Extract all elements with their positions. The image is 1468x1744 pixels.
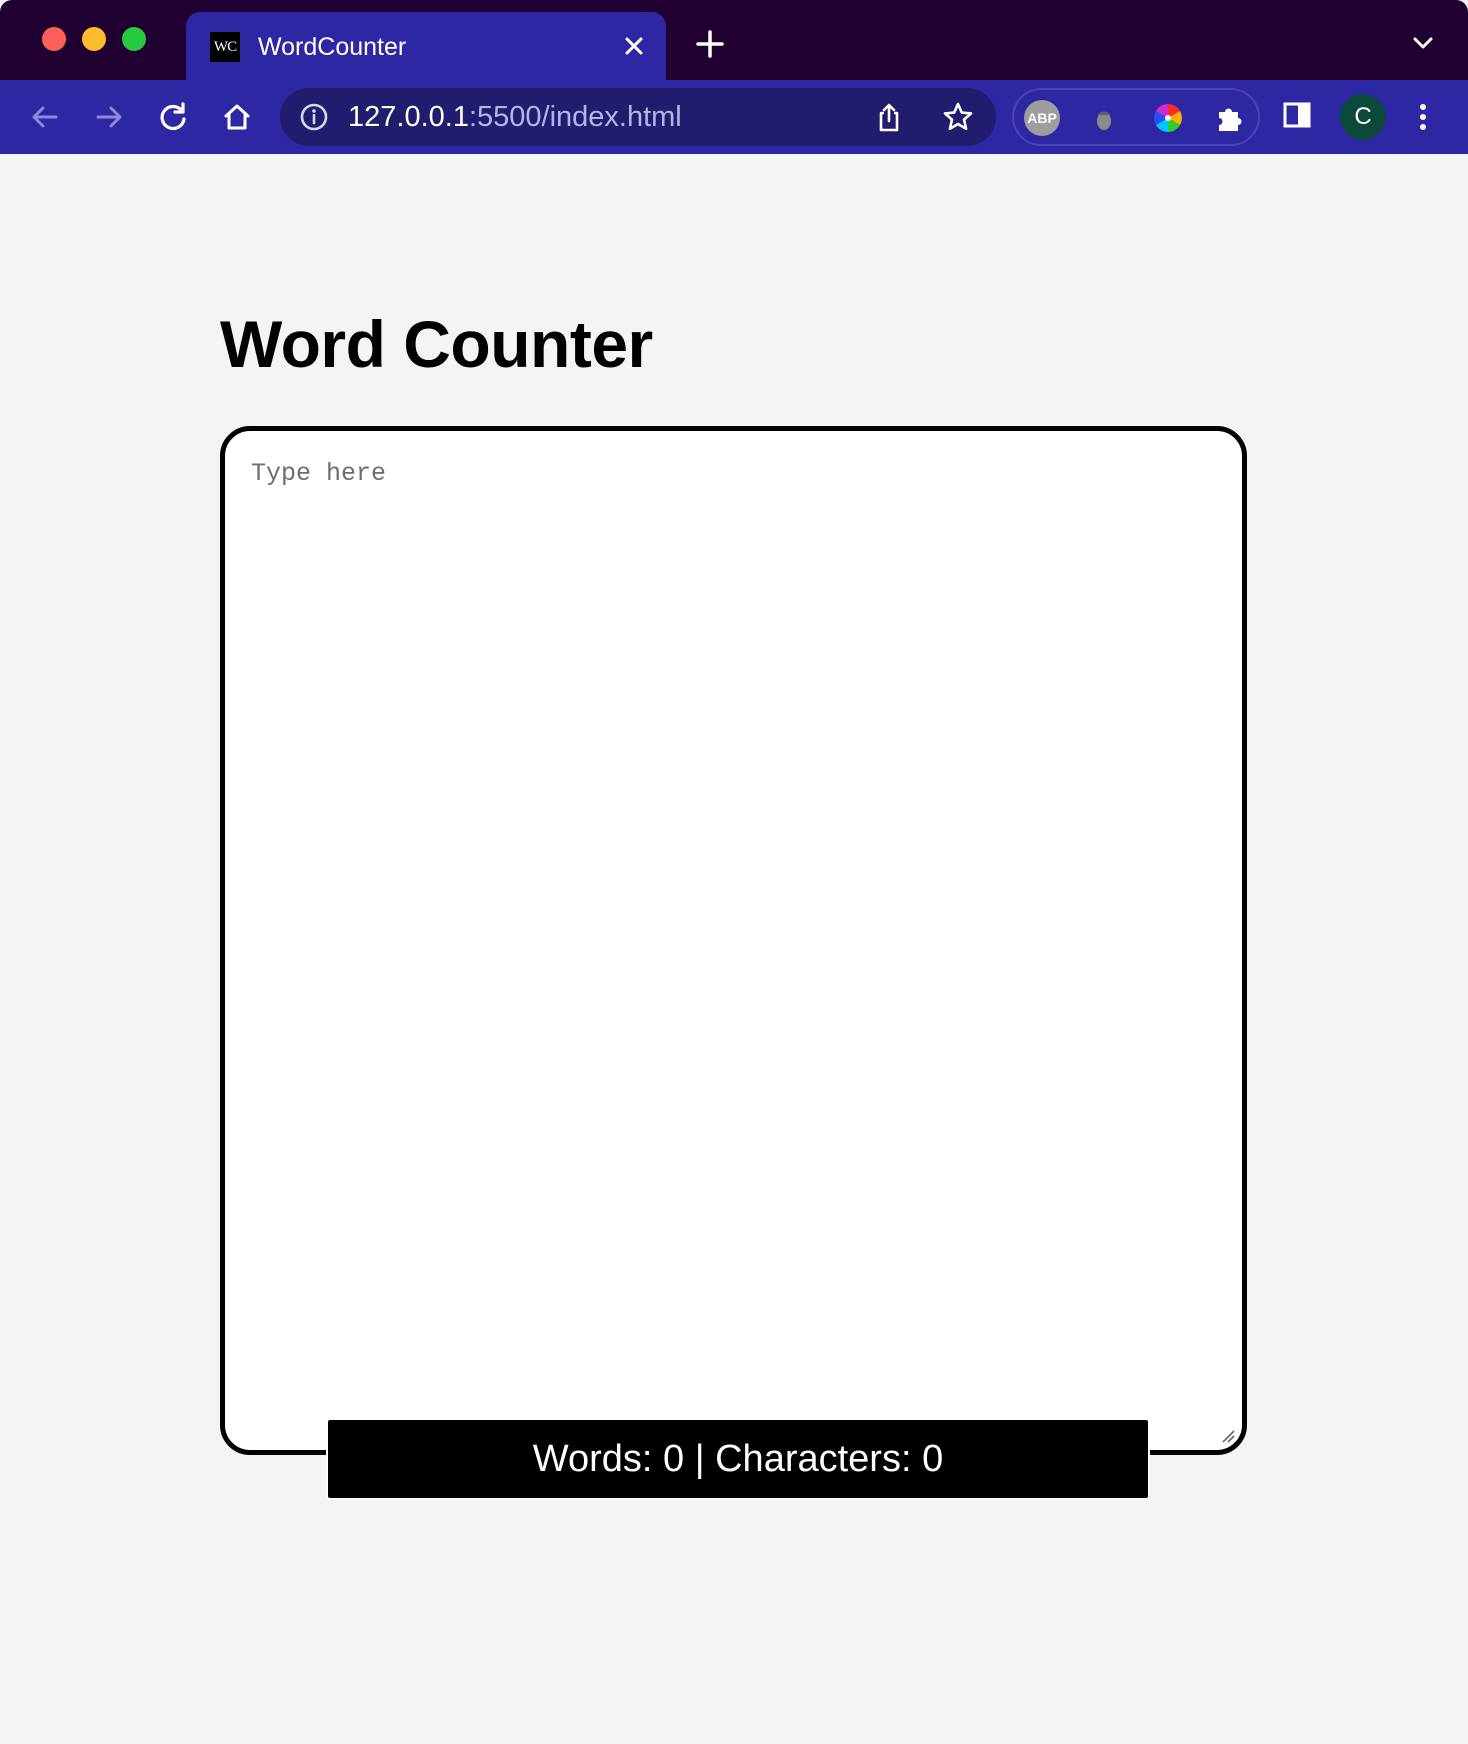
browser-toolbar: 127.0.0.1:5500/index.html ABP C xyxy=(0,80,1468,154)
tab-wordcounter[interactable]: WC WordCounter xyxy=(186,12,666,80)
address-bar[interactable]: 127.0.0.1:5500/index.html xyxy=(280,88,996,146)
word-character-count-bar: Words: 0 | Characters: 0 xyxy=(326,1418,1150,1500)
more-menu-icon[interactable] xyxy=(1408,96,1438,138)
tab-search-chevron-down-icon[interactable] xyxy=(1408,28,1438,58)
side-panel-icon[interactable] xyxy=(1280,98,1314,132)
browser-window: WC WordCounter 127.0.0.1:5500/index.html… xyxy=(0,0,1468,1744)
bookmark-star-icon[interactable] xyxy=(940,99,976,135)
new-tab-plus-icon[interactable] xyxy=(690,24,730,64)
page-title: Word Counter xyxy=(220,307,653,381)
site-info-icon[interactable] xyxy=(298,101,330,133)
minimize-window-button[interactable] xyxy=(82,27,106,51)
extensions-group: ABP xyxy=(1012,88,1260,146)
profile-avatar[interactable]: C xyxy=(1340,94,1386,140)
home-icon[interactable] xyxy=(216,96,258,138)
close-tab-icon[interactable] xyxy=(616,28,652,64)
url-text[interactable]: 127.0.0.1:5500/index.html xyxy=(348,98,682,136)
page-content: Word Counter Words: 0 | Characters: 0 xyxy=(0,154,1468,1744)
share-icon[interactable] xyxy=(872,100,906,134)
url-host: 127.0.0.1 xyxy=(348,101,469,133)
text-editor-box xyxy=(220,426,1247,1455)
acorn-extension-icon[interactable] xyxy=(1086,100,1122,136)
tab-title: WordCounter xyxy=(258,33,407,61)
maximize-window-button[interactable] xyxy=(122,27,146,51)
forward-arrow-icon[interactable] xyxy=(88,96,130,138)
back-arrow-icon[interactable] xyxy=(24,96,66,138)
reload-icon[interactable] xyxy=(152,96,194,138)
adblock-plus-icon[interactable]: ABP xyxy=(1024,100,1060,136)
url-path: :5500/index.html xyxy=(468,101,682,133)
extensions-puzzle-icon[interactable] xyxy=(1212,100,1248,136)
color-picker-extension-icon[interactable] xyxy=(1150,100,1186,136)
tab-strip: WC WordCounter xyxy=(0,0,1468,80)
resize-handle-icon[interactable] xyxy=(1220,1428,1236,1444)
text-input-area[interactable] xyxy=(251,457,1211,1397)
favicon-icon: WC xyxy=(210,32,240,62)
close-window-button[interactable] xyxy=(42,27,66,51)
